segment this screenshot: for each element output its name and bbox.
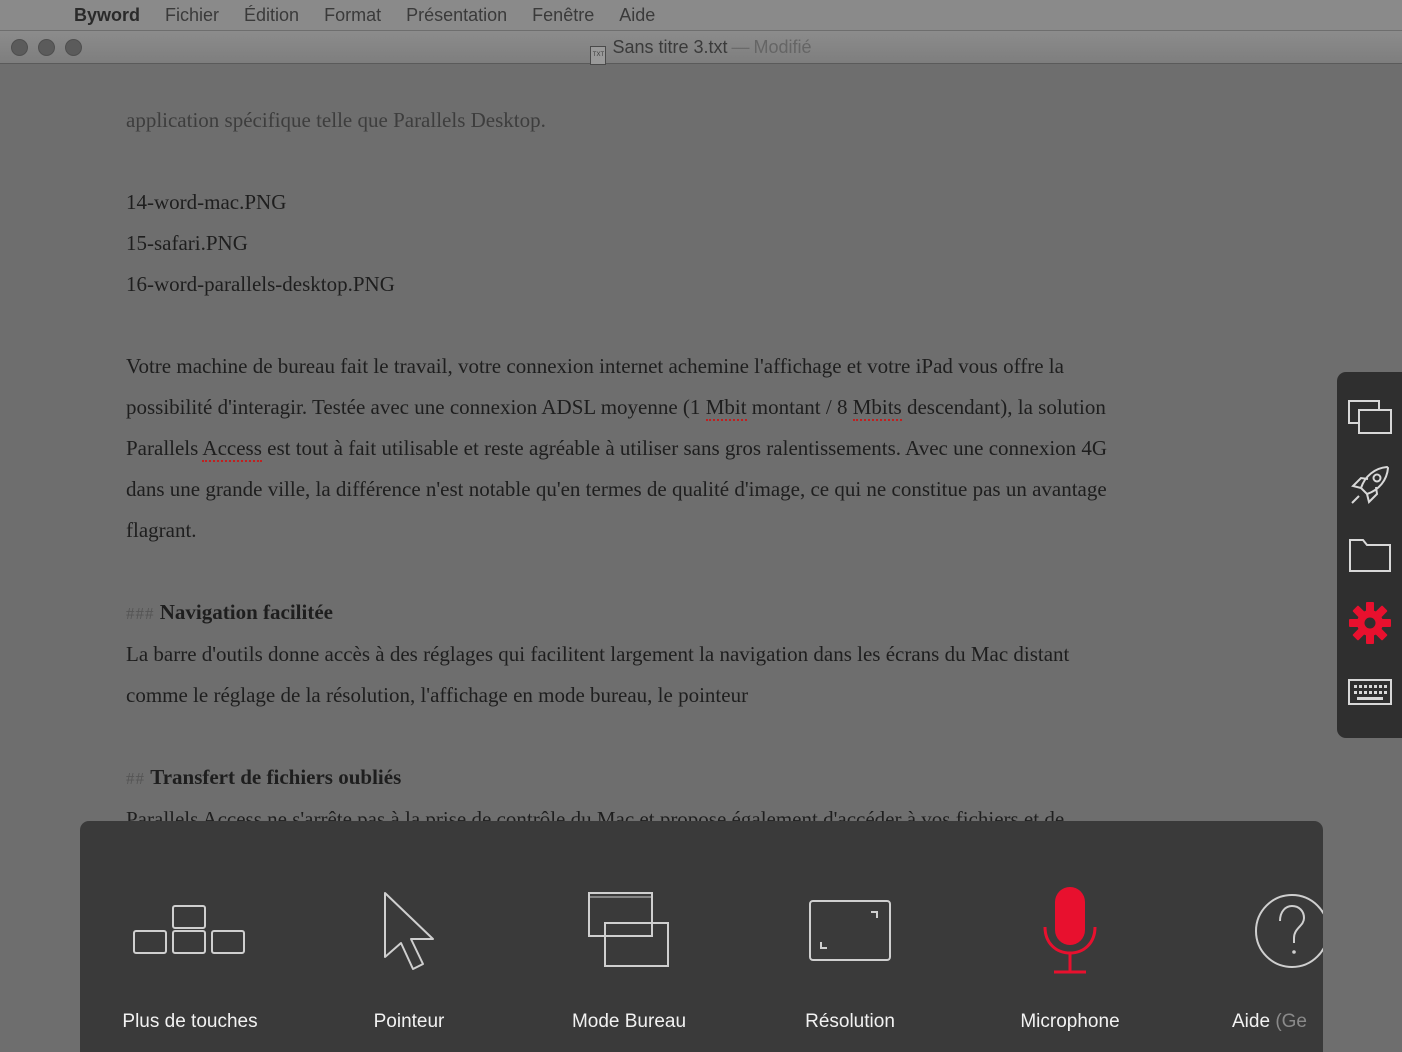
pointer-button[interactable]: Pointeur	[299, 821, 519, 1052]
menu-bar: Byword Fichier Édition Format Présentati…	[0, 0, 1402, 30]
side-toolbar	[1337, 372, 1402, 738]
menu-fenetre[interactable]: Fenêtre	[532, 5, 594, 26]
text-line: application spécifique telle que Paralle…	[126, 108, 546, 132]
help-icon	[1180, 881, 1323, 981]
keyboard-icon[interactable]	[1345, 667, 1395, 717]
menu-format[interactable]: Format	[324, 5, 381, 26]
windows-icon[interactable]	[1345, 392, 1395, 442]
pointer-icon	[299, 881, 519, 981]
desktop-mode-icon	[519, 881, 739, 981]
keys-icon	[80, 881, 300, 981]
text-line: Parallels Access ne s'arrête pas à la pr…	[126, 807, 1065, 821]
menu-aide[interactable]: Aide	[619, 5, 655, 26]
document-editor[interactable]: application spécifique telle que Paralle…	[126, 100, 1276, 821]
text-line: Votre machine de bureau fait le travail,…	[126, 354, 1064, 378]
file-reference: 16-word-parallels-desktop.PNG	[126, 272, 395, 296]
menu-edition[interactable]: Édition	[244, 5, 299, 26]
heading-marker: ##	[126, 769, 145, 788]
window-title-bar: TXT Sans titre 3.txt — Modifié	[0, 31, 1402, 65]
spelling-error[interactable]: Mbit	[705, 395, 747, 421]
section-heading: ## Transfert de fichiers oubliés	[126, 765, 402, 789]
spelling-error[interactable]: Access	[202, 436, 262, 462]
document-name: Sans titre 3.txt	[612, 37, 728, 57]
text-line: possibilité d'interagir. Testée avec une…	[126, 395, 1106, 421]
tool-panel: Plus de touches Pointeur Mode Bureau Rés…	[80, 821, 1323, 1052]
tool-label: Microphone	[1020, 1011, 1120, 1032]
folder-icon[interactable]	[1345, 529, 1395, 579]
text-file-icon: TXT	[590, 46, 607, 65]
title-separator: —	[731, 37, 750, 57]
resolution-icon	[740, 881, 960, 981]
text-line: comme le réglage de la résolution, l'aff…	[126, 683, 749, 707]
menu-fichier[interactable]: Fichier	[165, 5, 219, 26]
file-reference: 15-safari.PNG	[126, 231, 248, 255]
file-reference: 14-word-mac.PNG	[126, 190, 287, 214]
more-keys-button[interactable]: Plus de touches	[80, 821, 300, 1052]
rocket-icon[interactable]	[1345, 460, 1395, 510]
resolution-button[interactable]: Résolution	[740, 821, 960, 1052]
tool-label: Résolution	[805, 1011, 895, 1032]
window-title: TXT Sans titre 3.txt — Modifié	[0, 37, 1402, 65]
tool-label: Mode Bureau	[571, 1011, 687, 1032]
microphone-icon	[960, 881, 1180, 981]
text-line: flagrant.	[126, 518, 197, 542]
tool-label: Pointeur	[373, 1011, 445, 1032]
microphone-button[interactable]: Microphone	[960, 821, 1180, 1052]
text-line: La barre d'outils donne accès à des régl…	[126, 642, 1070, 666]
text-line: dans une grande ville, la différence n'e…	[126, 477, 1107, 501]
menu-app-byword[interactable]: Byword	[74, 5, 140, 26]
menu-presentation[interactable]: Présentation	[406, 5, 507, 26]
gear-icon[interactable]	[1345, 598, 1395, 648]
section-heading: ### Navigation facilitée	[126, 600, 333, 624]
modified-status: Modifié	[753, 37, 812, 57]
heading-marker: ###	[126, 604, 155, 623]
tool-label: Aide (Ge	[1232, 1011, 1307, 1032]
text-line: Parallels Access est tout à fait utilisa…	[126, 436, 1108, 462]
tool-label: Plus de touches	[122, 1011, 258, 1032]
desktop-mode-button[interactable]: Mode Bureau	[519, 821, 739, 1052]
spelling-error[interactable]: Mbits	[852, 395, 902, 421]
help-button[interactable]: Aide (Ge	[1180, 821, 1323, 1052]
